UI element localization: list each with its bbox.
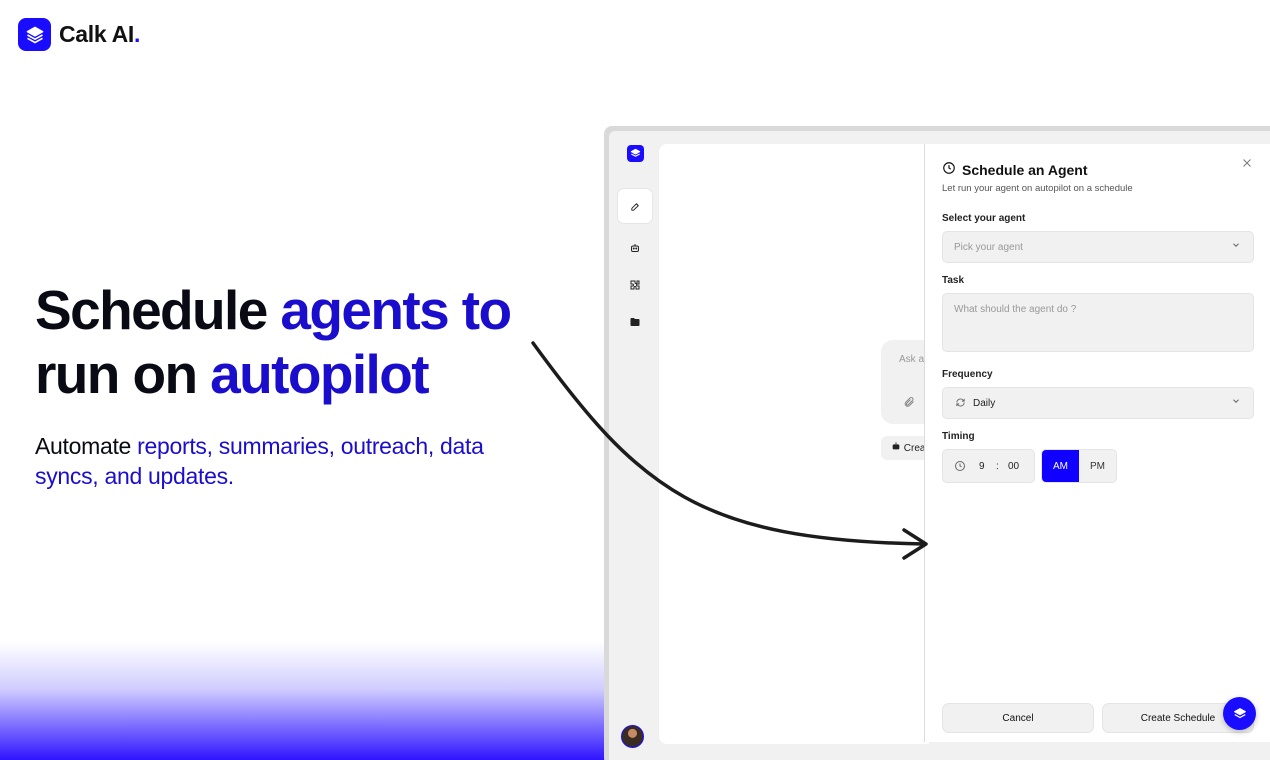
panel-subtitle: Let run your agent on autopilot on a sch… <box>942 183 1133 194</box>
cancel-button[interactable]: Cancel <box>942 703 1094 733</box>
frequency-label: Frequency <box>942 369 993 380</box>
assistant-fab[interactable] <box>1223 697 1256 730</box>
hero-headline: Schedule agents to run on autopilot <box>35 279 512 405</box>
bot-icon[interactable] <box>618 231 652 265</box>
am-pm-toggle: AM PM <box>1041 449 1117 483</box>
chevron-down-icon <box>1231 240 1241 253</box>
bot-icon <box>891 442 904 454</box>
time-separator: : <box>996 461 999 472</box>
puzzle-icon[interactable] <box>618 268 652 302</box>
panel-title: Schedule an Agent <box>942 161 1088 178</box>
clock-icon <box>942 161 956 178</box>
layers-logo-icon <box>18 18 51 51</box>
agent-select[interactable]: Pick your agent <box>942 231 1254 263</box>
agent-label: Select your agent <box>942 213 1026 224</box>
am-button[interactable]: AM <box>1042 450 1079 482</box>
task-label: Task <box>942 275 965 286</box>
brand-name: Calk AI. <box>59 21 141 47</box>
new-chat-icon[interactable] <box>618 189 652 223</box>
bottom-gradient <box>0 642 620 760</box>
folder-icon[interactable] <box>618 305 652 339</box>
timing-label: Timing <box>942 431 975 442</box>
task-input-placeholder: What should the agent do ? <box>954 304 1077 315</box>
clock-icon <box>954 460 966 475</box>
chevron-down-icon <box>1231 396 1241 409</box>
schedule-agent-panel: Schedule an Agent Let run your agent on … <box>924 144 1270 742</box>
chat-area: Ask a Crea <box>659 144 941 744</box>
logo-icon[interactable] <box>627 145 644 162</box>
pm-button[interactable]: PM <box>1079 450 1116 482</box>
repeat-icon <box>955 397 966 411</box>
frequency-select[interactable]: Daily <box>942 387 1254 419</box>
minute-field[interactable]: 00 <box>1008 461 1019 472</box>
layers-icon <box>1233 707 1246 718</box>
task-input[interactable]: What should the agent do ? <box>942 293 1254 352</box>
close-icon[interactable] <box>1241 156 1253 174</box>
chat-input-placeholder: Ask a <box>899 354 925 365</box>
sidebar-rail <box>609 131 663 760</box>
panel-title-text: Schedule an Agent <box>962 161 1088 178</box>
hour-field[interactable]: 9 <box>979 461 985 472</box>
user-avatar[interactable] <box>621 725 644 748</box>
frequency-value: Daily <box>973 398 996 409</box>
create-chip-label: Crea <box>903 443 926 454</box>
agent-select-placeholder: Pick your agent <box>954 242 1023 253</box>
hero-subline: Automate reports, summaries, outreach, d… <box>35 433 484 489</box>
time-input[interactable]: 9 : 00 <box>942 449 1035 483</box>
brand-logo[interactable]: Calk AI. <box>18 18 140 51</box>
paperclip-icon[interactable] <box>903 396 915 411</box>
